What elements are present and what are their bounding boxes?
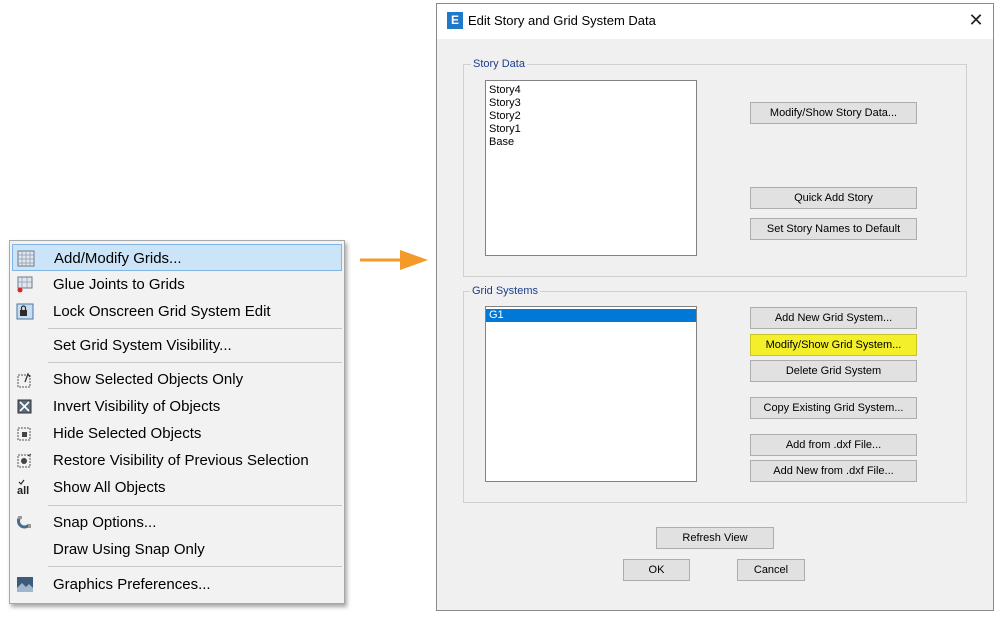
etabs-app-icon: E bbox=[447, 12, 463, 29]
add-new-grid-system-button[interactable]: Add New Grid System... bbox=[750, 307, 917, 329]
menu-item-snap-options[interactable]: Snap Options... bbox=[12, 509, 342, 536]
delete-grid-system-button[interactable]: Delete Grid System bbox=[750, 360, 917, 382]
menu-separator bbox=[48, 505, 342, 506]
dialog-title: Edit Story and Grid System Data bbox=[468, 13, 656, 28]
menu-item-grid-visibility[interactable]: Set Grid System Visibility... bbox=[12, 332, 342, 359]
show-selected-icon bbox=[17, 372, 31, 388]
modify-show-story-data-button[interactable]: Modify/Show Story Data... bbox=[750, 102, 917, 124]
menu-item-label: Hide Selected Objects bbox=[53, 425, 202, 442]
menu-item-show-selected-only[interactable]: Show Selected Objects Only bbox=[12, 366, 342, 393]
menu-item-lock-grid[interactable]: Lock Onscreen Grid System Edit bbox=[12, 298, 342, 325]
ok-button[interactable]: OK bbox=[623, 559, 690, 581]
menu-separator bbox=[48, 566, 342, 567]
menu-item-restore-visibility[interactable]: Restore Visibility of Previous Selection bbox=[12, 447, 342, 474]
add-from-dxf-button[interactable]: Add from .dxf File... bbox=[750, 434, 917, 456]
menu-item-glue-joints[interactable]: Glue Joints to Grids bbox=[12, 271, 342, 298]
menu-item-graphics-preferences[interactable]: Graphics Preferences... bbox=[12, 571, 342, 598]
glue-joints-icon bbox=[17, 276, 33, 293]
copy-grid-system-button[interactable]: Copy Existing Grid System... bbox=[750, 397, 917, 419]
close-icon[interactable]: ✕ bbox=[965, 9, 987, 31]
menu-item-label: Lock Onscreen Grid System Edit bbox=[53, 303, 271, 320]
menu-item-label: Invert Visibility of Objects bbox=[53, 398, 221, 415]
menu-item-label: Draw Using Snap Only bbox=[53, 541, 205, 558]
svg-text:all: all bbox=[17, 485, 29, 496]
story-listbox[interactable]: Story4 Story3 Story2 Story1 Base bbox=[485, 80, 697, 256]
graphics-preferences-icon bbox=[17, 577, 33, 592]
menu-item-label: Show All Objects bbox=[53, 479, 166, 496]
menu-item-show-all[interactable]: all Show All Objects bbox=[12, 474, 342, 501]
restore-visibility-icon bbox=[17, 453, 32, 468]
story-list-item[interactable]: Story3 bbox=[486, 97, 696, 110]
menu-item-label: Set Grid System Visibility... bbox=[53, 337, 232, 354]
refresh-view-button[interactable]: Refresh View bbox=[656, 527, 774, 549]
context-menu: Add/Modify Grids... Glue Joints to Grids… bbox=[9, 240, 345, 604]
story-list-item[interactable]: Story2 bbox=[486, 110, 696, 123]
menu-separator bbox=[48, 328, 342, 329]
grid-icon bbox=[17, 250, 35, 267]
dialog-titlebar: E Edit Story and Grid System Data ✕ bbox=[437, 4, 993, 39]
add-new-from-dxf-button[interactable]: Add New from .dxf File... bbox=[750, 460, 917, 482]
menu-item-label: Glue Joints to Grids bbox=[53, 276, 185, 293]
grid-system-listbox[interactable]: G1 bbox=[485, 306, 697, 482]
arrow-right-icon bbox=[360, 250, 428, 270]
menu-item-label: Add/Modify Grids... bbox=[54, 250, 182, 267]
invert-visibility-icon bbox=[17, 399, 32, 414]
menu-item-label: Snap Options... bbox=[53, 514, 157, 531]
quick-add-story-button[interactable]: Quick Add Story bbox=[750, 187, 917, 209]
menu-item-add-modify-grids[interactable]: Add/Modify Grids... bbox=[12, 244, 342, 271]
lock-grid-icon bbox=[16, 303, 34, 320]
grid-list-item-selected[interactable]: G1 bbox=[486, 309, 696, 322]
menu-item-invert-visibility[interactable]: Invert Visibility of Objects bbox=[12, 393, 342, 420]
menu-item-label: Show Selected Objects Only bbox=[53, 371, 244, 388]
grid-systems-label: Grid Systems bbox=[470, 285, 541, 297]
modify-show-grid-system-button[interactable]: Modify/Show Grid System... bbox=[750, 334, 917, 356]
menu-item-label: Graphics Preferences... bbox=[53, 576, 211, 593]
cancel-button[interactable]: Cancel bbox=[737, 559, 805, 581]
story-data-label: Story Data bbox=[471, 58, 527, 70]
show-all-icon: all bbox=[17, 479, 29, 496]
story-list-item[interactable]: Story4 bbox=[486, 84, 696, 97]
menu-item-draw-snap-only[interactable]: Draw Using Snap Only bbox=[12, 536, 342, 563]
snap-icon bbox=[17, 516, 31, 529]
menu-item-hide-selected[interactable]: Hide Selected Objects bbox=[12, 420, 342, 447]
story-list-item[interactable]: Story1 bbox=[486, 123, 696, 136]
menu-item-label: Restore Visibility of Previous Selection bbox=[53, 452, 309, 469]
set-story-names-default-button[interactable]: Set Story Names to Default bbox=[750, 218, 917, 240]
story-list-item[interactable]: Base bbox=[486, 136, 696, 149]
menu-separator bbox=[48, 362, 342, 363]
hide-selected-icon bbox=[17, 427, 31, 441]
edit-story-grid-dialog: E Edit Story and Grid System Data ✕ Stor… bbox=[436, 3, 994, 611]
